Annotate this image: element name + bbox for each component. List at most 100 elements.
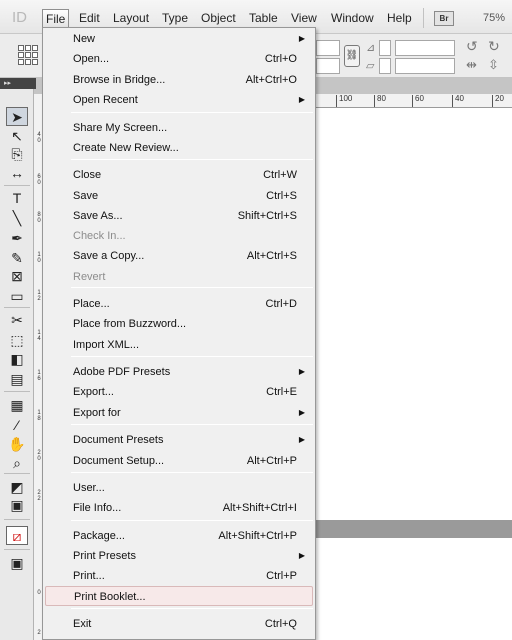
menu-item-label: File Info... [73,502,122,514]
submenu-arrow-icon: ▶ [298,367,305,376]
flip-vertical-icon[interactable]: ⇳ [488,57,499,73]
menu-file[interactable]: File [42,9,70,28]
bridge-button[interactable]: Br [434,11,454,26]
shear-angle-stepper[interactable] [379,58,391,74]
menu-item-document-presets[interactable]: Document Presets ▶ [43,430,315,450]
menu-item-save[interactable]: Save Ctrl+S [43,186,315,206]
menu-item-export-for[interactable]: Export for ▶ [43,403,315,423]
rectangle-tool-icon[interactable]: ▭ [6,287,28,306]
menu-item-label: User... [73,482,105,494]
menu-item-label: Place from Buzzword... [73,318,187,330]
menu-item-package[interactable]: Package... Alt+Shift+Ctrl+P [43,526,315,546]
horizontal-ruler: 100 80 60 40 20 [316,94,512,108]
tools-panel: ➤ ↖ ⎘ ↔ T ╲ ✒ ✎ ⊠ ▭ ✂ ⬚ ◧ ▤ ▦ ⁄ ✋ ⌕ ◩ ▣ ⧄ ▣ [0,89,34,640]
gradient-swatch-tool-icon[interactable]: ◧ [6,350,28,369]
menu-item-print-booklet[interactable]: Print Booklet... [45,586,313,606]
menu-item-save-a-copy[interactable]: Save a Copy... Alt+Ctrl+S [43,246,315,266]
menu-item-browse-in-bridge[interactable]: Browse in Bridge... Alt+Ctrl+O [43,70,315,90]
type-tool-icon[interactable]: T [6,189,28,208]
rotate-angle-input[interactable] [395,40,455,56]
menu-item-print-presets[interactable]: Print Presets ▶ [43,546,315,566]
menu-item-close[interactable]: Close Ctrl+W [43,165,315,185]
formatting-affects-icon[interactable]: ▣ [6,496,28,515]
tools-panel-header[interactable]: ▸▸ [0,78,36,89]
page-tool-icon[interactable]: ⎘ [6,145,28,164]
menu-separator [71,356,313,357]
rotate-angle-stepper[interactable] [379,40,391,56]
reference-point-icon[interactable] [18,45,38,65]
menu-item-label: New [73,33,96,45]
free-transform-tool-icon[interactable]: ⬚ [6,331,28,350]
pencil-tool-icon[interactable]: ✎ [6,249,28,268]
menu-item-open-recent[interactable]: Open Recent ▶ [43,90,315,110]
menu-item-label: Adobe PDF Presets [73,366,171,378]
tools-divider [4,549,30,550]
tools-divider [4,391,30,392]
menu-item-adobe-pdf-presets[interactable]: Adobe PDF Presets ▶ [43,362,315,382]
menu-item-shortcut: Ctrl+O [264,53,297,65]
menu-separator [71,424,313,425]
document-canvas [316,538,512,640]
file-menu-dropdown: New ▶ Open... Ctrl+O Browse in Bridge... Alt+… [42,27,316,640]
menu-separator [71,608,313,609]
rotate-cw-icon[interactable]: ↻ [488,38,500,55]
pen-tool-icon[interactable]: ✒ [6,229,28,248]
menu-item-place-from-buzzword[interactable]: Place from Buzzword... [43,314,315,334]
menu-item-file-info[interactable]: File Info... Alt+Shift+Ctrl+I [43,498,315,518]
tools-divider [4,519,30,520]
menu-item-label: Check In... [73,230,126,242]
menu-item-label: Exit [73,618,92,630]
menu-window[interactable]: Window [331,11,374,25]
eyedropper-tool-icon[interactable]: ⁄ [6,416,28,435]
menu-separator [71,112,313,113]
menu-item-label: Save [73,190,99,202]
rotate-ccw-icon[interactable]: ↺ [466,38,478,55]
menu-item-shortcut: Ctrl+Q [264,618,297,630]
menu-item-place[interactable]: Place... Ctrl+D [43,294,315,314]
scale-x-dropdown[interactable] [316,40,340,56]
selection-tool-icon[interactable]: ➤ [6,107,28,126]
menu-layout[interactable]: Layout [113,11,149,25]
menu-type[interactable]: Type [162,11,188,25]
gap-tool-icon[interactable]: ↔ [6,164,28,183]
menu-item-new[interactable]: New ▶ [43,29,315,49]
shear-angle-input[interactable] [395,58,455,74]
menu-item-shortcut: Alt+Shift+Ctrl+P [218,530,297,542]
fill-stroke-icon[interactable]: ◩ [6,478,28,497]
menu-view[interactable]: View [291,11,317,25]
menu-item-label: Import XML... [73,339,140,351]
menu-help[interactable]: Help [387,11,412,25]
scale-y-dropdown[interactable] [316,58,340,74]
menu-edit[interactable]: Edit [79,11,100,25]
direct-selection-tool-icon[interactable]: ↖ [6,127,28,146]
flip-horizontal-icon[interactable]: ⇹ [466,57,477,73]
scissors-tool-icon[interactable]: ✂ [6,311,28,330]
menu-item-share-my-screen[interactable]: Share My Screen... [43,118,315,138]
menu-item-exit[interactable]: Exit Ctrl+Q [43,614,315,634]
submenu-arrow-icon: ▶ [298,408,305,417]
menu-item-shortcut: Alt+Ctrl+O [245,74,297,86]
menu-item-check-in: Check In... [43,226,315,246]
note-tool-icon[interactable]: ▦ [6,396,28,415]
screen-mode-icon[interactable]: ▣ [6,554,28,573]
menu-item-document-setup[interactable]: Document Setup... Alt+Ctrl+P [43,451,315,471]
rectangle-frame-tool-icon[interactable]: ⊠ [6,267,28,286]
constrain-proportions-icon[interactable]: ⛓ [344,45,360,67]
menu-item-user[interactable]: User... [43,478,315,498]
zoom-tool-icon[interactable]: ⌕ [6,454,28,473]
menu-item-save-as[interactable]: Save As... Shift+Ctrl+S [43,206,315,226]
menu-item-open[interactable]: Open... Ctrl+O [43,49,315,69]
hand-tool-icon[interactable]: ✋ [6,435,28,454]
zoom-level[interactable]: 75% [483,12,505,24]
menu-item-shortcut: Ctrl+D [265,298,297,310]
menu-table[interactable]: Table [249,11,278,25]
menu-item-create-new-review[interactable]: Create New Review... [43,138,315,158]
menu-item-import-xml[interactable]: Import XML... [43,335,315,355]
menu-item-print[interactable]: Print... Ctrl+P [43,566,315,586]
ruler-tick-label: 100 [336,95,352,107]
gradient-feather-tool-icon[interactable]: ▤ [6,370,28,389]
apply-none-icon[interactable]: ⧄ [6,526,28,545]
line-tool-icon[interactable]: ╲ [6,209,28,228]
menu-object[interactable]: Object [201,11,236,25]
menu-item-export[interactable]: Export... Ctrl+E [43,382,315,402]
